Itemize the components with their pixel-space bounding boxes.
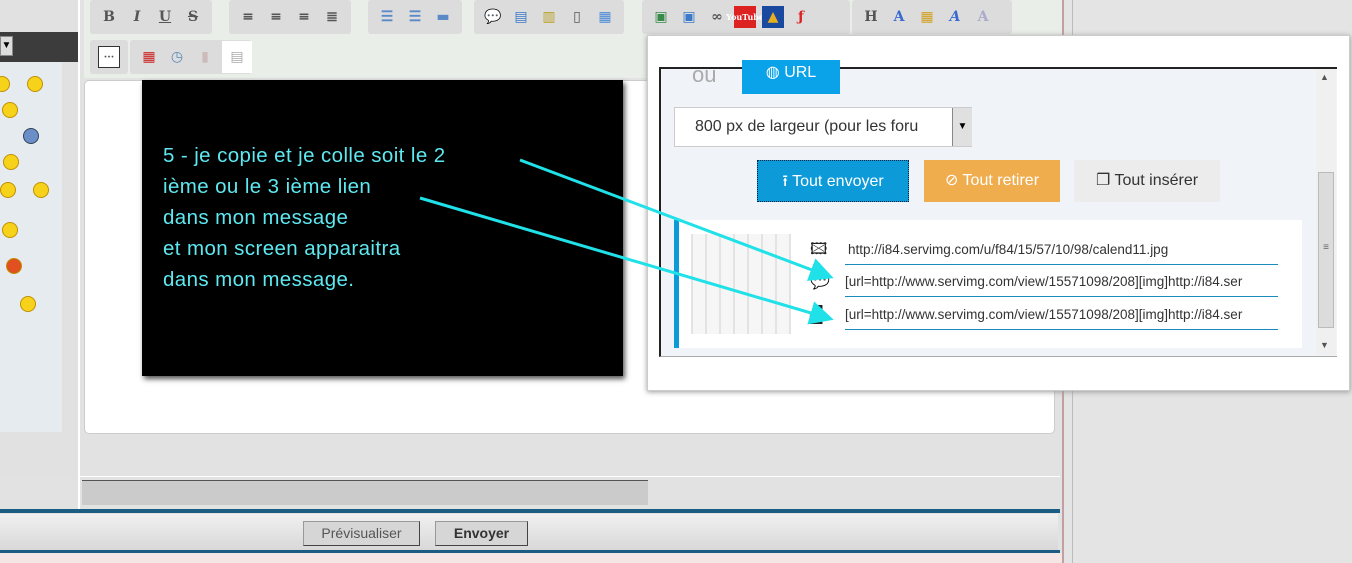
arrow (419, 196, 834, 325)
arrow (519, 158, 834, 281)
annotation-arrows (419, 158, 834, 325)
